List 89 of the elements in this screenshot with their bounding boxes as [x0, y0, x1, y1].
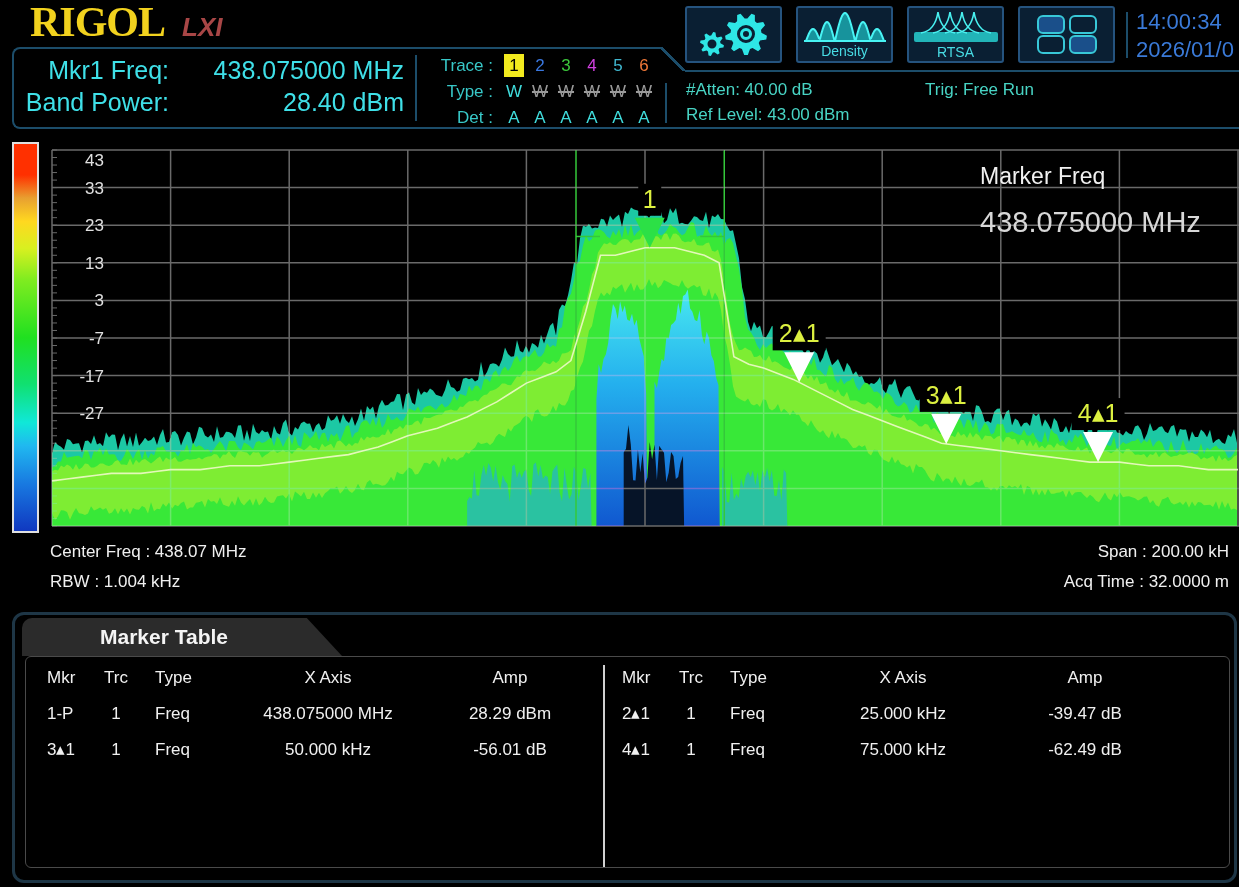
settings-button[interactable] — [685, 6, 782, 63]
trace-type: W — [583, 82, 600, 100]
marker-label: 2▴1 — [778, 319, 820, 348]
trace-type: W — [531, 82, 548, 100]
marker-label: 4▴1 — [1077, 399, 1119, 428]
y-axis-label: 33 — [85, 178, 104, 198]
table-cell-text: 1 — [110, 703, 122, 725]
trace-number: 1 — [504, 53, 524, 77]
y-axis-label: -27 — [79, 404, 104, 424]
column-header: Type — [154, 667, 193, 689]
trace-number: 6 — [638, 54, 650, 77]
row-label: Trace : — [439, 56, 494, 74]
table-cell-text: Freq — [729, 739, 766, 761]
column-header: X Axis — [303, 667, 353, 689]
spectrum-peaks-icon — [913, 10, 998, 43]
clock-date: 2026/01/0 — [1136, 36, 1234, 64]
row-label: Det : — [456, 108, 494, 126]
trace-number: 4 — [586, 54, 598, 77]
detector-mode: A — [534, 108, 546, 126]
table-cell-text: -62.49 dB — [1047, 739, 1123, 761]
table-cell-text: 1 — [110, 739, 122, 761]
y-axis-label: -17 — [79, 366, 104, 386]
table-cell-text: 4▴1 — [622, 739, 651, 761]
table-cell-text: Freq — [154, 703, 191, 725]
settings-icon — [699, 12, 768, 57]
marker-label: 3▴1 — [925, 380, 967, 409]
density-button[interactable]: Density — [796, 6, 893, 63]
table-cell-text: 50.000 kHz — [284, 739, 372, 761]
column-header: Type — [729, 667, 768, 689]
marker-label: 1 — [642, 184, 657, 213]
column-header: Amp — [491, 667, 529, 689]
column-header: Amp — [1066, 667, 1104, 689]
column-header: Mkr — [47, 667, 77, 689]
y-axis-label: 13 — [85, 253, 104, 273]
column-header: Trc — [103, 667, 129, 689]
table-cell-text: Freq — [154, 739, 191, 761]
center-freq-readout: Center Freq : 438.07 MHz — [50, 541, 247, 563]
table-cell-text: 1 — [685, 739, 697, 761]
column-header: Trc — [678, 667, 704, 689]
table-cell-text: 1 — [685, 703, 697, 725]
trace-type: W — [505, 82, 522, 100]
clock-time: 14:00:34 — [1136, 8, 1223, 36]
y-axis-label: -7 — [88, 329, 104, 348]
detector-mode: A — [508, 108, 520, 126]
rbw-readout: RBW : 1.004 kHz — [50, 571, 181, 593]
table-cell-text: 2▴1 — [622, 703, 651, 725]
trace-type: W — [609, 82, 626, 100]
detector-mode: A — [560, 108, 572, 126]
lxi-logo: LXI — [182, 14, 223, 40]
rtsa-button[interactable]: RTSA — [907, 6, 1004, 63]
readout-value: 438.075000 MHz — [212, 55, 404, 86]
table-cell-text: -56.01 dB — [472, 739, 548, 761]
readout-value: 28.40 dBm — [282, 87, 404, 118]
trigger-readout: Trig: Free Run — [925, 79, 1035, 101]
readout-label: Mkr1 Freq: — [47, 55, 169, 86]
column-header: X Axis — [878, 667, 928, 689]
row-label: Type : — [445, 82, 494, 100]
table-cell-text: 25.000 kHz — [859, 703, 947, 725]
marker-readout-value: 438.075000 MHz — [980, 205, 1201, 239]
y-axis-label: 43 — [85, 151, 104, 170]
brand-logo: RIGOL — [30, 1, 166, 43]
table-cell-text: -39.47 dB — [1047, 703, 1123, 725]
table-cell-text: 438.075000 MHz — [262, 703, 394, 725]
spectrum-icon — [803, 11, 886, 42]
y-axis-label: 3 — [94, 291, 104, 311]
y-axis-label: 23 — [85, 216, 104, 236]
trace-number: 2 — [534, 54, 546, 77]
readout-label: Band Power: — [24, 87, 169, 118]
trace-number: 5 — [612, 54, 624, 77]
table-cell-text: Freq — [729, 703, 766, 725]
acq-time-readout: Acq Time : 32.0000 m — [1063, 571, 1229, 593]
detector-mode: A — [612, 108, 624, 126]
layout-button[interactable] — [1018, 6, 1115, 63]
column-header: Mkr — [622, 667, 652, 689]
detector-mode: A — [586, 108, 598, 126]
trace-number: 3 — [560, 54, 572, 77]
attenuation-readout: #Atten: 40.00 dB — [686, 79, 814, 101]
span-readout: Span : 200.00 kH — [1097, 541, 1229, 563]
panel-title: Marker Table — [22, 618, 342, 656]
ref-level-readout: Ref Level: 43.00 dBm — [686, 104, 851, 126]
table-cell-text: 28.29 dBm — [467, 703, 553, 725]
trace-type: W — [635, 82, 652, 100]
grid-layout-icon — [1036, 15, 1097, 54]
marker-readout-label: Marker Freq — [980, 162, 1107, 190]
table-cell-text: 1-P — [47, 703, 75, 725]
trace-type: W — [557, 82, 574, 100]
table-cell-text: 75.000 kHz — [859, 739, 947, 761]
table-cell-text: 3▴1 — [47, 739, 76, 761]
detector-mode: A — [638, 108, 650, 126]
